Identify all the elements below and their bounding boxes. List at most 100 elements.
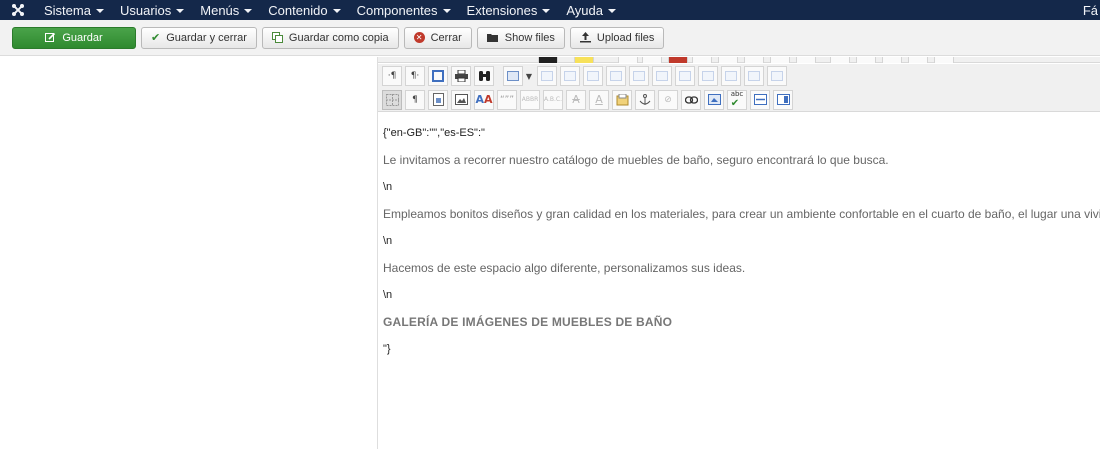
menu-label: Extensiones <box>466 2 538 18</box>
menu-menus[interactable]: Menús <box>192 0 260 20</box>
table-insert-row-before-icon[interactable] <box>583 66 603 86</box>
menu-label: Usuarios <box>119 2 172 18</box>
abbr-icon[interactable]: ABBR <box>520 89 540 110</box>
insert-icon[interactable]: A <box>589 89 609 110</box>
menu-label: Componentes <box>356 2 438 18</box>
folder-open-icon <box>486 33 499 43</box>
close-icon: ✕ <box>413 32 425 43</box>
visual-aid-icon[interactable] <box>382 89 402 110</box>
upload-files-label: Upload files <box>596 31 655 44</box>
link-icon[interactable] <box>681 89 701 110</box>
newline-marker-3: \n <box>383 289 393 301</box>
toolbar-button[interactable] <box>642 57 662 63</box>
paragraph-3: Hacemos de este espacio algo diferente, … <box>383 261 746 275</box>
delete-icon[interactable]: A <box>566 89 586 110</box>
spellcheck-icon[interactable]: abc ✔ <box>727 89 747 110</box>
save-copy-button[interactable]: Guardar como copia <box>261 26 399 49</box>
toolbar-button[interactable] <box>882 57 902 63</box>
rtl-icon[interactable]: ¶· <box>405 66 425 86</box>
toolbar-button[interactable] <box>796 57 816 63</box>
gallery-heading: GALERÍA DE IMÁGENES DE MUEBLES DE BAÑO <box>383 315 673 329</box>
menu-usuarios[interactable]: Usuarios <box>112 0 192 20</box>
show-blocks-icon[interactable]: ¶ <box>405 89 425 110</box>
close-label: Cerrar <box>430 31 462 44</box>
toolbar-button[interactable] <box>934 57 954 63</box>
table-insert-col-before-icon[interactable] <box>652 66 672 86</box>
editor-toolbar-row-2: ¶ AA “”” ABBR A.B.C. A A ⊘ abc ✔ <box>378 88 1100 112</box>
toolbar-button[interactable] <box>908 57 928 63</box>
save-button[interactable]: Guardar <box>12 26 136 49</box>
caret-down-icon <box>442 8 451 13</box>
editor-content[interactable]: {"en-GB":"","es-ES":" Le invitamos a rec… <box>383 127 1100 370</box>
toolbar-button[interactable] <box>830 57 850 63</box>
highlight-icon[interactable] <box>574 57 594 63</box>
table-delete-icon[interactable] <box>767 66 787 86</box>
menu-extensiones[interactable]: Extensiones <box>459 0 559 20</box>
toolbar-button[interactable] <box>668 57 688 63</box>
save-copy-label: Guardar como copia <box>288 31 389 44</box>
caret-down-icon <box>95 8 104 13</box>
navbar-right-link[interactable]: Fá <box>1083 0 1100 20</box>
acronym-icon[interactable]: A.B.C. <box>543 89 563 110</box>
toolbar-button[interactable] <box>744 57 764 63</box>
close-button[interactable]: ✕ Cerrar <box>403 26 472 49</box>
table-insert-col-after-icon[interactable] <box>675 66 695 86</box>
anchor-icon[interactable] <box>635 89 655 110</box>
search-replace-icon[interactable] <box>474 66 494 86</box>
menu-sistema[interactable]: Sistema <box>36 0 112 20</box>
paragraph-1: Le invitamos a recorrer nuestro catálogo… <box>383 153 889 167</box>
table-icon[interactable] <box>503 66 523 86</box>
media-icon[interactable] <box>704 89 724 110</box>
attributes-icon[interactable] <box>612 89 632 110</box>
table-split-cells-icon[interactable] <box>721 66 741 86</box>
unlink-icon[interactable]: ⊘ <box>658 89 678 110</box>
blockquote-icon[interactable]: “”” <box>497 89 517 110</box>
table-cell-props-icon[interactable] <box>560 66 580 86</box>
upload-icon <box>579 32 591 43</box>
menu-label: Sistema <box>44 2 91 18</box>
toolbar-button[interactable] <box>718 57 738 63</box>
toolbar-button[interactable] <box>692 57 712 63</box>
edit-icon <box>45 32 56 43</box>
menu-label: Ayuda <box>566 2 603 18</box>
horizontal-rule-icon[interactable] <box>750 89 770 110</box>
caret-down-icon <box>176 8 185 13</box>
template-icon[interactable] <box>428 89 448 110</box>
wysiwyg-editor: ·¶ ¶· ▼ ¶ AA “”” ABBR A.B.C. A A ⊘ abc ✔… <box>378 57 1100 449</box>
action-toolbar: Guardar ✔ Guardar y cerrar Guardar como … <box>0 20 1100 56</box>
show-files-button[interactable]: Show files <box>476 26 565 49</box>
table-delete-col-icon[interactable] <box>698 66 718 86</box>
style-props-icon[interactable]: AA <box>474 89 494 110</box>
caret-down-icon <box>542 8 551 13</box>
navbar-right-label: Fá <box>1082 2 1098 18</box>
forecolor-icon[interactable] <box>538 57 558 63</box>
chevron-down-icon[interactable]: ▼ <box>524 66 534 86</box>
upload-files-button[interactable]: Upload files <box>569 26 665 49</box>
table-delete-row-icon[interactable] <box>629 66 649 86</box>
show-files-label: Show files <box>504 31 555 44</box>
image-icon[interactable] <box>451 89 471 110</box>
fullscreen-icon[interactable] <box>428 66 448 86</box>
ltr-icon[interactable]: ·¶ <box>382 66 402 86</box>
caret-down-icon <box>244 8 253 13</box>
toolbar-button[interactable] <box>856 57 876 63</box>
json-close-line: "} <box>383 343 391 355</box>
left-panel <box>0 57 377 449</box>
table-insert-row-after-icon[interactable] <box>606 66 626 86</box>
joomla-logo-icon[interactable] <box>0 0 36 20</box>
table-merge-cells-icon[interactable] <box>744 66 764 86</box>
editor-toolbar-row-partial <box>378 57 1100 63</box>
menu-ayuda[interactable]: Ayuda <box>558 0 624 20</box>
menu-componentes[interactable]: Componentes <box>349 0 459 20</box>
copy-icon <box>271 32 283 43</box>
toolbar-button[interactable] <box>618 57 638 63</box>
toolbar-button[interactable] <box>770 57 790 63</box>
newline-marker-1: \n <box>383 181 393 193</box>
save-label: Guardar <box>62 31 103 44</box>
table-row-props-icon[interactable] <box>537 66 557 86</box>
print-icon[interactable] <box>451 66 471 86</box>
save-close-label: Guardar y cerrar <box>166 31 247 44</box>
save-close-button[interactable]: ✔ Guardar y cerrar <box>141 26 257 49</box>
pagebreak-icon[interactable] <box>773 89 793 110</box>
menu-contenido[interactable]: Contenido <box>260 0 348 20</box>
